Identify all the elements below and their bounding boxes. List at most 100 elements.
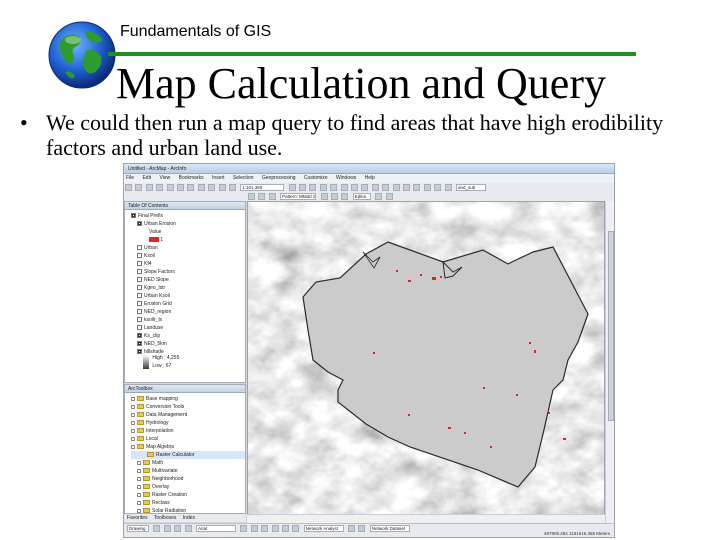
undo-icon[interactable]: [208, 184, 216, 191]
expand-icon[interactable]: [137, 460, 141, 465]
expand-icon[interactable]: [137, 500, 141, 505]
toc-item[interactable]: Ks_clip: [131, 332, 245, 340]
expand-icon[interactable]: [137, 508, 141, 513]
expand-icon[interactable]: [137, 468, 141, 473]
editor-label[interactable]: Editor: [352, 193, 371, 200]
toolbox-item[interactable]: Multivariate: [131, 467, 245, 475]
menu-item[interactable]: Bookmarks: [179, 175, 204, 181]
vertex-icon[interactable]: [375, 193, 383, 200]
scale-icon[interactable]: [341, 193, 349, 200]
menu-item[interactable]: Edit: [142, 175, 151, 181]
map-view[interactable]: [247, 201, 605, 523]
tab-toolboxes[interactable]: Toolboxes: [154, 515, 177, 521]
checkbox-icon[interactable]: [137, 269, 142, 275]
toolbox-item[interactable]: Reclass: [131, 499, 245, 507]
expand-icon[interactable]: [131, 396, 135, 401]
toc-item[interactable]: Urban: [131, 244, 245, 252]
toc-item[interactable]: Erosion Grid: [131, 300, 245, 308]
underline-icon[interactable]: [261, 525, 269, 532]
expand-icon[interactable]: [131, 436, 135, 441]
toc-item[interactable]: ksoilr_ls: [131, 316, 245, 324]
redo-icon[interactable]: [218, 184, 226, 191]
toolbox-item[interactable]: Raster Calculator: [131, 451, 245, 459]
search-icon[interactable]: [319, 184, 327, 191]
add-data-icon[interactable]: [228, 184, 236, 191]
expand-icon[interactable]: [131, 428, 135, 433]
toolbox-item[interactable]: Neighborhood: [131, 475, 245, 483]
expand-icon[interactable]: [137, 476, 141, 481]
toolbox-item[interactable]: Hydrology: [131, 419, 245, 427]
toolbox-item[interactable]: Conversion Tools: [131, 403, 245, 411]
toolbox-item[interactable]: Interpolation: [131, 427, 245, 435]
menu-item[interactable]: Windows: [336, 175, 356, 181]
full-extent-icon[interactable]: [382, 184, 390, 191]
toc-item[interactable]: Ksoil: [131, 252, 245, 260]
checkbox-icon[interactable]: [137, 325, 142, 331]
toolbox-item[interactable]: Math: [131, 459, 245, 467]
expand-icon[interactable]: [131, 412, 135, 417]
new-icon[interactable]: [125, 184, 132, 191]
expand-icon[interactable]: [137, 484, 141, 489]
edit-tool-icon[interactable]: [258, 193, 266, 200]
tab-index[interactable]: Index: [183, 515, 195, 521]
pan-icon[interactable]: [371, 184, 379, 191]
toolbox-item[interactable]: Data Management: [131, 411, 245, 419]
text-icon[interactable]: [184, 525, 192, 532]
rectangle-icon[interactable]: [174, 525, 182, 532]
select-icon[interactable]: [413, 184, 421, 191]
checkbox-icon[interactable]: [137, 221, 142, 227]
print-icon[interactable]: [156, 184, 164, 191]
checkbox-icon[interactable]: [137, 317, 142, 323]
toolbox-item[interactable]: Overlay: [131, 483, 245, 491]
toolbox-item[interactable]: Map Algebra: [131, 443, 245, 451]
delete-icon[interactable]: [197, 184, 205, 191]
font-color-icon[interactable]: [271, 525, 279, 532]
network-dataset-field[interactable]: Network Dataset: [369, 525, 410, 532]
pattern-field[interactable]: Pattern: MMdd Svc: [280, 193, 317, 200]
toolbox-item[interactable]: Raster Creation: [131, 491, 245, 499]
expand-icon[interactable]: [131, 404, 135, 409]
toc-item[interactable]: NED Slope: [131, 276, 245, 284]
menu-item[interactable]: Geoprocessing: [262, 175, 296, 181]
find-icon[interactable]: [434, 184, 442, 191]
toolbox-item[interactable]: Local: [131, 435, 245, 443]
toc-item[interactable]: Final Prefix: [131, 212, 245, 220]
toc-item[interactable]: NED_5km: [131, 340, 245, 348]
back-icon[interactable]: [392, 184, 400, 191]
checkbox-icon[interactable]: [137, 301, 142, 307]
toc-item[interactable]: Kf4: [131, 260, 245, 268]
toc-item[interactable]: NED_region: [131, 308, 245, 316]
measure-icon[interactable]: [444, 184, 452, 191]
zoom-out-icon[interactable]: [361, 184, 369, 191]
editor-toolbar-icon[interactable]: [288, 184, 296, 191]
checkbox-icon[interactable]: [137, 333, 142, 339]
save-icon[interactable]: [145, 184, 153, 191]
open-icon[interactable]: [135, 184, 143, 191]
editor-menu-icon[interactable]: [248, 193, 255, 200]
rotate-icon[interactable]: [163, 525, 171, 532]
scale-field[interactable]: 1:101,365: [240, 184, 285, 191]
menu-item[interactable]: Selection: [233, 175, 254, 181]
toc-item[interactable]: Kgeo_lstr: [131, 284, 245, 292]
toc-item[interactable]: Urban Erosion: [131, 220, 245, 228]
cut-icon[interactable]: [166, 184, 174, 191]
forward-icon[interactable]: [402, 184, 410, 191]
attributes-icon[interactable]: [385, 193, 393, 200]
checkbox-icon[interactable]: [137, 341, 142, 347]
toc-item[interactable]: Urban Ksoil: [131, 292, 245, 300]
paste-icon[interactable]: [187, 184, 195, 191]
line-color-icon[interactable]: [292, 525, 300, 532]
expand-icon[interactable]: [137, 492, 141, 497]
map-horizontal-scrollbar[interactable]: [247, 514, 605, 523]
toc-item[interactable]: Slope Factors: [131, 268, 245, 276]
checkbox-icon[interactable]: [137, 245, 142, 251]
network-analyst-menu[interactable]: Network Analyst: [303, 525, 344, 532]
expand-icon[interactable]: [131, 420, 135, 425]
select-elements-icon[interactable]: [153, 525, 161, 532]
checkbox-icon[interactable]: [137, 285, 142, 291]
tab-favorites[interactable]: Favorites: [127, 515, 148, 521]
map-vertical-scrollbar[interactable]: [605, 201, 614, 523]
menu-item[interactable]: Insert: [212, 175, 225, 181]
expand-icon[interactable]: [131, 444, 135, 449]
menu-item[interactable]: Customize: [304, 175, 328, 181]
